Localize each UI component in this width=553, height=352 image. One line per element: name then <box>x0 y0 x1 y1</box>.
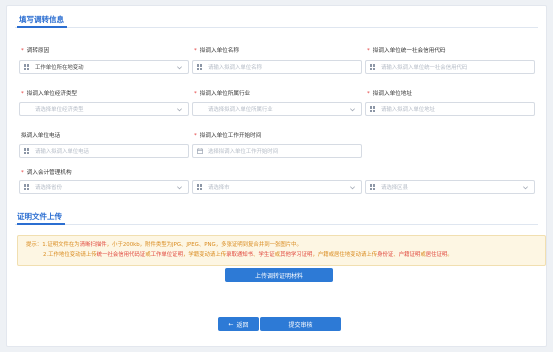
grid-icon <box>197 64 203 70</box>
phone-placeholder: 请输入拟调入单位电话 <box>35 149 89 155</box>
economy-type-select[interactable]: 请选择单位经济类型 <box>19 102 189 116</box>
credit-code-placeholder: 请输入拟调入单位统一社会信用代码 <box>381 65 468 71</box>
address-placeholder: 请输入拟调入单位地址 <box>381 107 435 113</box>
grid-icon <box>370 184 376 190</box>
unit-name-placeholder: 请输入拟调入单位名称 <box>208 65 262 71</box>
grid-icon <box>24 64 30 70</box>
arrow-left-icon: ← <box>228 320 234 328</box>
section-title-transfer-info: 填写调转信息 <box>19 15 64 24</box>
phone-label: 拟调入单位电话 <box>21 133 61 139</box>
city-placeholder: 请选择市 <box>208 185 230 191</box>
upload-button[interactable]: 上传调转证明材料 <box>225 268 333 282</box>
start-time-label: * 拟调入单位工作开始时间 <box>194 133 262 139</box>
notice-line-1: 提示：1.证明文件在为清晰扫描件，小于200kb，附件类型为JPG、JPEG、P… <box>26 242 302 248</box>
chevron-down-icon <box>350 186 355 190</box>
credit-code-input[interactable]: 请输入拟调入单位统一社会信用代码 <box>365 60 535 74</box>
submit-button[interactable]: 提交审核 <box>260 317 341 331</box>
notice-line-2: 2.工作地位变动请上传统一社会信用代码证或工作单位证明，学籍变动请上传录取通知书… <box>43 252 453 258</box>
chevron-down-icon <box>177 66 182 70</box>
economy-type-placeholder: 请选择单位经济类型 <box>35 107 84 113</box>
start-time-placeholder: 选择拟调入单位工作开始时间 <box>208 149 279 155</box>
district-placeholder: 请选择区县 <box>381 185 408 191</box>
section-underline <box>17 26 67 28</box>
phone-input[interactable]: 请输入拟调入单位电话 <box>19 144 189 158</box>
form-card: 填写调转信息 * 调转原因 * 拟调入单位名称 * 拟调入单位统一社会信用代码 工作单… <box>6 5 547 347</box>
district-select[interactable]: 请选择区县 <box>365 180 535 194</box>
section-underline <box>17 223 65 225</box>
calendar-icon <box>197 148 203 154</box>
section-divider <box>15 224 538 225</box>
industry-select[interactable]: 请选择拟调入单位所属行业 <box>192 102 362 116</box>
start-time-input[interactable]: 选择拟调入单位工作开始时间 <box>192 144 362 158</box>
industry-placeholder: 请选择拟调入单位所属行业 <box>208 107 273 113</box>
reason-value: 工作单位所在地变动 <box>35 65 84 71</box>
grid-icon <box>370 106 376 112</box>
province-placeholder: 请选择省份 <box>35 185 62 191</box>
section-title-upload: 证明文件上传 <box>17 212 62 221</box>
grid-icon <box>370 64 376 70</box>
back-button[interactable]: ← 返回 <box>218 317 259 331</box>
reason-label: * 调转原因 <box>21 48 50 54</box>
back-label: 返回 <box>236 321 249 329</box>
unit-name-label: * 拟调入单位名称 <box>194 48 239 54</box>
grid-icon <box>24 148 30 154</box>
economy-type-label: * 拟调入单位经济类型 <box>21 91 78 97</box>
address-input[interactable]: 请输入拟调入单位地址 <box>365 102 535 116</box>
chevron-down-icon <box>523 186 528 190</box>
industry-label: * 拟调入单位所属行业 <box>194 91 251 97</box>
province-select[interactable]: 请选择省份 <box>19 180 189 194</box>
section-divider <box>15 27 538 28</box>
credit-code-label: * 拟调入单位统一社会信用代码 <box>367 48 446 54</box>
unit-name-input[interactable]: 请输入拟调入单位名称 <box>192 60 362 74</box>
city-select[interactable]: 请选择市 <box>192 180 362 194</box>
chevron-down-icon <box>177 108 182 112</box>
grid-icon <box>24 184 30 190</box>
reason-select[interactable]: 工作单位所在地变动 <box>19 60 189 74</box>
chevron-down-icon <box>350 108 355 112</box>
accounting-org-label: * 调入会计管理机构 <box>21 170 72 176</box>
grid-icon <box>197 184 203 190</box>
chevron-down-icon <box>177 186 182 190</box>
upload-notice: 提示：1.证明文件在为清晰扫描件，小于200kb，附件类型为JPG、JPEG、P… <box>17 235 546 266</box>
address-label: * 拟调入单位地址 <box>367 91 412 97</box>
